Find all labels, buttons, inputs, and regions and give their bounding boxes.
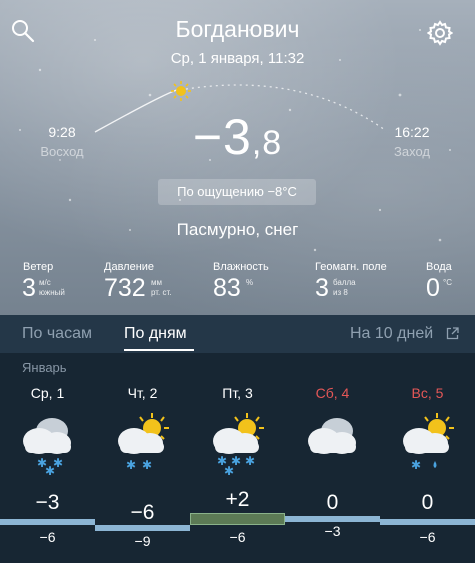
partly-cloudy-snow-icon: ✱ ✱ (118, 413, 169, 472)
day-low-temp: −6 (39, 529, 56, 545)
wind-unit-text: м/с (39, 278, 51, 287)
day-name[interactable]: Ср, 1 (0, 385, 95, 401)
humidity-label: Влажность (213, 261, 269, 273)
svg-text:✱: ✱ (142, 458, 152, 472)
svg-text:✱: ✱ (411, 458, 421, 472)
active-tab-indicator (124, 349, 194, 351)
day-name[interactable]: Чт, 2 (95, 385, 190, 401)
pressure-unit-sub: рт. ст. (151, 288, 172, 297)
day-name[interactable]: Пт, 3 (190, 385, 285, 401)
daily-forecast: Январь Ср, 1 ✱ ✱ ✱ −3 −6 Чт, 2 ✱ ✱ −6 −9… (0, 353, 475, 563)
day-high-temp: −6 (130, 501, 155, 524)
humidity-unit: % (246, 278, 254, 287)
cloudy-icon (308, 418, 356, 454)
day-low-temp: −3 (324, 523, 341, 539)
tab-hourly[interactable]: По часам (22, 315, 92, 353)
wind-unit: м/с южный (39, 278, 65, 298)
water-label: Вода (426, 261, 452, 273)
wind-direction: южный (39, 288, 65, 297)
pressure-unit: мм рт. ст. (151, 278, 172, 298)
geomagnetic-scale: из 8 (333, 288, 348, 297)
current-temperature: −3,8 (0, 108, 475, 166)
svg-text:✱: ✱ (245, 454, 255, 468)
tab-daily[interactable]: По дням (124, 315, 187, 353)
pressure-value: 732 (104, 274, 146, 302)
water-unit: °C (443, 278, 452, 287)
temperature-bar (190, 513, 285, 525)
day-low-temp: −6 (229, 529, 246, 545)
day-low-temp: −9 (134, 533, 151, 549)
wind-label: Ветер (23, 261, 54, 273)
sun-position-icon (171, 81, 191, 101)
svg-text:✱: ✱ (126, 458, 136, 472)
external-link-icon[interactable] (446, 327, 459, 340)
humidity-value: 83 (213, 274, 241, 302)
temperature-bar (95, 525, 190, 531)
day-high-temp: +2 (225, 488, 250, 511)
svg-text:✱: ✱ (224, 464, 234, 475)
cloudy-snow-icon: ✱ ✱ ✱ (23, 418, 71, 475)
temperature-bar (380, 519, 475, 525)
tab-ten-days[interactable]: На 10 дней (350, 315, 433, 353)
partly-cloudy-sleet-icon: ✱ (403, 413, 454, 472)
temperature-bar (285, 516, 380, 522)
temperature-bar (0, 519, 95, 525)
wind-value: 3 (22, 274, 36, 302)
forecast-tabs: По часам По дням На 10 дней (0, 315, 475, 353)
svg-text:✱: ✱ (45, 464, 55, 475)
weather-condition: Пасмурно, снег (176, 220, 299, 239)
geomagnetic-value: 3 (315, 274, 329, 302)
temperature-fraction: ,8 (251, 124, 283, 162)
weather-hero: Богданович Ср, 1 января, 11:32 9:28 Восх… (0, 0, 475, 315)
month-label: Январь (22, 360, 67, 375)
day-low-temp: −6 (419, 529, 436, 545)
geomagnetic-unit: балла из 8 (333, 278, 356, 298)
feels-like-badge: По ощущению −8°C (158, 179, 316, 205)
geomagnetic-unit-text: балла (333, 278, 356, 287)
pressure-label: Давление (104, 261, 155, 273)
day-high-temp: 0 (326, 491, 339, 514)
geomagnetic-label: Геомагн. поле (315, 261, 387, 273)
water-value: 0 (426, 274, 440, 302)
day-high-temp: 0 (421, 491, 434, 514)
day-name[interactable]: Сб, 4 (285, 385, 380, 401)
temperature-integer: −3 (192, 109, 252, 165)
partly-cloudy-snow-icon: ✱ ✱ ✱ ✱ (213, 413, 264, 475)
day-high-temp: −3 (35, 491, 60, 514)
pressure-unit-text: мм (151, 278, 162, 287)
day-name[interactable]: Вс, 5 (380, 385, 475, 401)
